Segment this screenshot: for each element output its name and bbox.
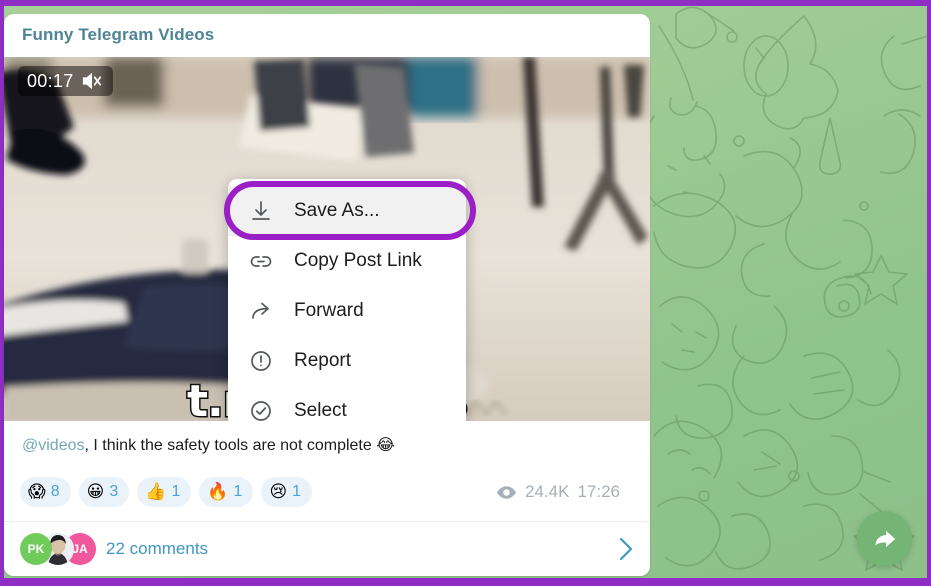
caption-mention-link[interactable]: @videos — [22, 437, 85, 454]
reaction-chip[interactable]: 😀 3 — [78, 477, 130, 507]
menu-item-label: Report — [294, 350, 352, 371]
avatar: PK — [20, 533, 52, 565]
reaction-count: 3 — [109, 483, 119, 500]
reaction-count: 8 — [50, 483, 60, 500]
chevron-right-icon[interactable] — [618, 536, 634, 562]
forward-arrow-icon — [248, 298, 274, 324]
channel-title: Funny Telegram Videos — [22, 25, 215, 44]
download-icon — [248, 198, 274, 224]
share-forward-icon — [874, 530, 895, 547]
exclamation-circle-icon — [248, 348, 274, 374]
views-count: 24.4K — [525, 482, 570, 501]
video-player[interactable]: 00:17 t.me/videos Save As... — [4, 57, 650, 421]
reaction-count: 1 — [233, 483, 243, 500]
caption-emoji: 😂 — [376, 435, 395, 454]
screenshot-root: Funny Telegram Videos 00:17 Save As... C… — [0, 0, 931, 586]
menu-item-label: Forward — [294, 300, 364, 321]
avatar-initials: JA — [72, 542, 88, 556]
speaker-muted-icon[interactable] — [81, 71, 103, 91]
reaction-chip[interactable]: 😱 8 — [20, 477, 71, 507]
reaction-emoji: 😢 — [269, 481, 288, 502]
menu-item-save-as[interactable]: Save As... — [228, 186, 466, 236]
reaction-chip[interactable]: 😢 1 — [261, 477, 313, 507]
message-caption: @videos, I think the safety tools are no… — [4, 421, 650, 457]
video-duration-label: 00:17 — [27, 70, 74, 91]
menu-item-label: Copy Post Link — [294, 250, 422, 271]
reaction-count: 1 — [171, 483, 181, 500]
avatar-initials: PK — [27, 542, 45, 556]
commenter-avatars: PK JA — [20, 533, 96, 565]
message-meta: 24.4K 17:26 — [496, 482, 634, 502]
menu-item-label: Select — [294, 400, 347, 421]
comments-count-label[interactable]: 22 comments — [106, 539, 208, 559]
reaction-emoji: 😀 — [86, 481, 105, 502]
menu-item-label: Save As... — [294, 200, 380, 221]
reaction-emoji: 🔥 — [207, 481, 229, 502]
share-floating-button[interactable] — [857, 511, 912, 566]
card-header: Funny Telegram Videos — [4, 14, 650, 57]
video-duration-badge: 00:17 — [18, 66, 113, 96]
reaction-chip[interactable]: 🔥 1 — [199, 477, 254, 507]
reaction-emoji: 👍 — [145, 481, 167, 502]
menu-item-copy-post-link[interactable]: Copy Post Link — [228, 236, 466, 286]
reaction-emoji: 😱 — [28, 481, 46, 502]
check-circle-icon — [248, 398, 274, 421]
message-card: Funny Telegram Videos 00:17 Save As... C… — [4, 14, 650, 576]
reaction-count: 1 — [292, 483, 302, 500]
link-icon — [248, 248, 274, 274]
reaction-chip[interactable]: 👍 1 — [137, 477, 192, 507]
context-menu[interactable]: Save As... Copy Post Link Forward Report… — [228, 179, 466, 421]
message-time: 17:26 — [577, 482, 620, 501]
menu-item-forward[interactable]: Forward — [228, 286, 466, 336]
menu-item-select[interactable]: Select — [228, 386, 466, 421]
eye-icon — [496, 485, 517, 499]
comments-bar[interactable]: PK JA 22 comments — [4, 521, 650, 576]
menu-item-report[interactable]: Report — [228, 336, 466, 386]
reactions-row: 😱 8 😀 3 👍 1 🔥 1 😢 1 24.4K 17:26 — [4, 457, 650, 511]
caption-text: , I think the safety tools are not compl… — [84, 437, 377, 454]
